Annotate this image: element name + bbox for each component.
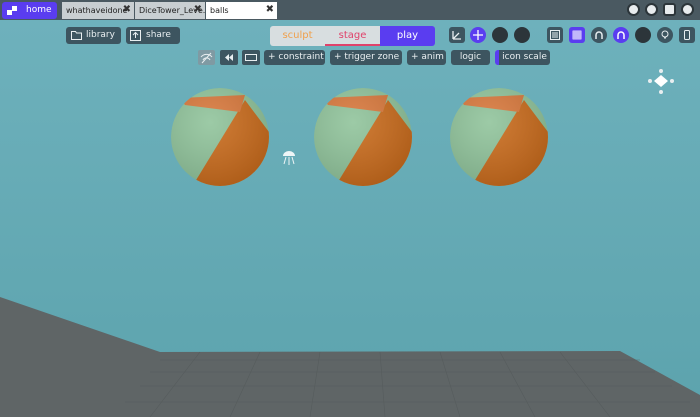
home-tab-label: home: [26, 5, 52, 15]
tab-whathaveidone[interactable]: whathaveidone ✖: [62, 2, 134, 19]
close-icon[interactable]: ✖: [266, 2, 274, 18]
library-label: library: [86, 30, 115, 40]
tool-dark-button-1[interactable]: [492, 27, 508, 43]
tool-dark-button-2[interactable]: [514, 27, 530, 43]
mode-sculpt-tab[interactable]: sculpt: [270, 26, 325, 46]
gear-icon[interactable]: [645, 3, 658, 16]
tool-dark-button-3[interactable]: [635, 27, 651, 43]
tab-dicetower[interactable]: DiceTower_Leve... ✖: [135, 2, 205, 19]
tab-label: whathaveidone: [66, 6, 128, 15]
wifi-icon[interactable]: [198, 50, 215, 65]
mode-play-tab[interactable]: play: [380, 26, 435, 46]
logic-button[interactable]: logic: [451, 50, 490, 65]
tab-bar: home whathaveidone ✖ DiceTower_Leve... ✖…: [0, 0, 700, 20]
discord-icon[interactable]: [663, 3, 676, 16]
move-axes-icon[interactable]: [449, 27, 465, 43]
add-anim-button[interactable]: + anim: [407, 50, 446, 65]
speedometer-icon[interactable]: [627, 3, 640, 16]
add-constraint-button[interactable]: + constraint: [264, 50, 325, 65]
grid-icon[interactable]: [569, 27, 585, 43]
share-label: share: [146, 30, 171, 40]
viewport-3d[interactable]: [0, 20, 700, 417]
rewind-icon[interactable]: [220, 50, 238, 65]
close-icon[interactable]: ✖: [194, 2, 202, 18]
home-tab[interactable]: home: [2, 2, 57, 19]
share-button[interactable]: share: [126, 27, 180, 44]
mode-play-label: play: [396, 30, 419, 41]
library-button[interactable]: library: [66, 27, 121, 44]
phone-icon[interactable]: [679, 27, 695, 43]
list-icon[interactable]: [547, 27, 563, 43]
lightbulb-icon[interactable]: [657, 27, 673, 43]
magnet-icon[interactable]: [591, 27, 607, 43]
mode-sculpt-label: sculpt: [282, 30, 313, 41]
tab-balls[interactable]: balls ✖: [206, 2, 277, 19]
help-icon[interactable]: [681, 3, 694, 16]
add-trigger-zone-button[interactable]: + trigger zone: [330, 50, 402, 65]
close-icon[interactable]: ✖: [123, 2, 131, 18]
tab-label: balls: [210, 6, 229, 15]
folder-icon: [71, 31, 82, 40]
icon-scale-button[interactable]: icon scale: [495, 50, 550, 65]
move-arrows-icon[interactable]: [470, 27, 486, 43]
keyboard-icon[interactable]: [242, 50, 260, 65]
arch-icon[interactable]: [613, 27, 629, 43]
share-icon: [130, 30, 141, 41]
mode-stage-label: stage: [338, 30, 367, 41]
mode-stage-tab[interactable]: stage: [325, 26, 380, 46]
home-logo-icon: [7, 6, 17, 15]
